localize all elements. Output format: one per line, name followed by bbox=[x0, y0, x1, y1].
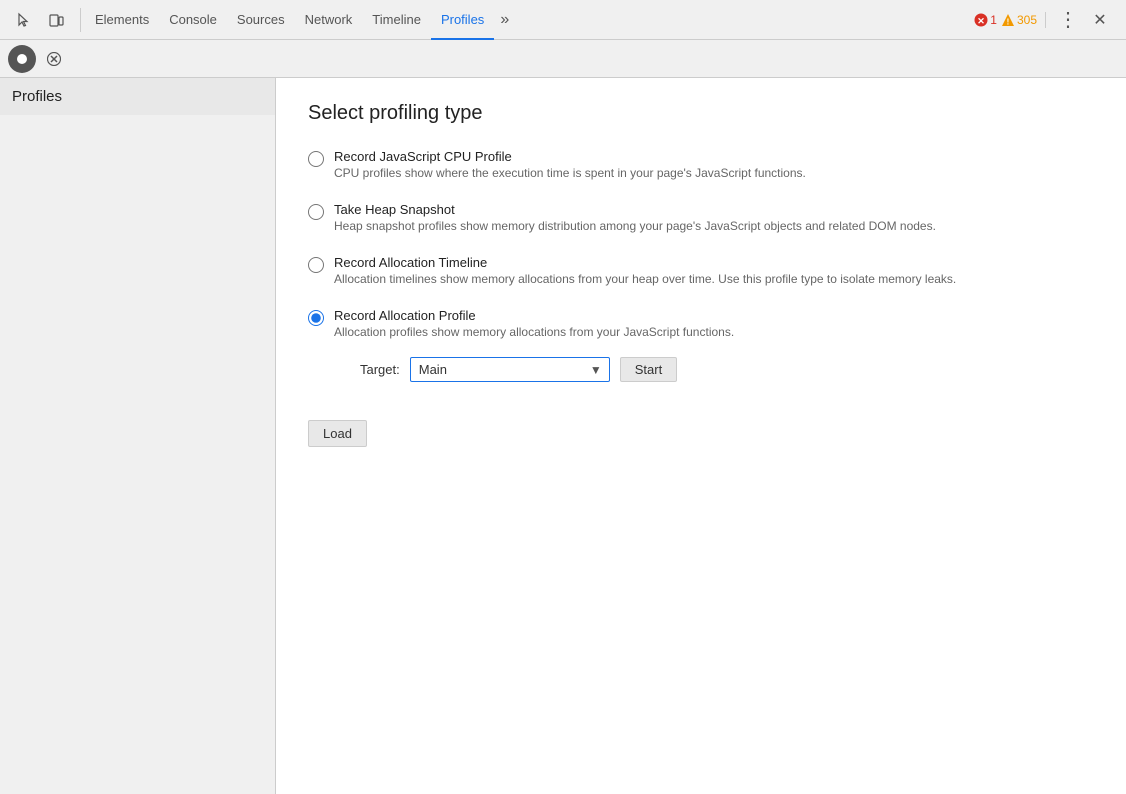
toolbar-divider bbox=[80, 8, 81, 32]
tab-console[interactable]: Console bbox=[159, 1, 227, 40]
radio-alloc-timeline[interactable] bbox=[308, 257, 324, 273]
warning-badge: ! 305 bbox=[1001, 13, 1037, 27]
option-heap-desc: Heap snapshot profiles show memory distr… bbox=[334, 217, 936, 235]
sidebar-title: Profiles bbox=[0, 78, 275, 115]
target-select[interactable]: Main bbox=[410, 357, 610, 382]
radio-heap-wrap[interactable] bbox=[308, 204, 324, 223]
device-mode-button[interactable] bbox=[42, 6, 70, 34]
option-cpu-desc: CPU profiles show where the execution ti… bbox=[334, 164, 806, 182]
page-title: Select profiling type bbox=[308, 102, 1094, 125]
radio-alloc-profile-wrap[interactable] bbox=[308, 310, 324, 329]
cursor-tool-button[interactable] bbox=[10, 6, 38, 34]
sidebar: Profiles bbox=[0, 78, 276, 794]
start-button[interactable]: Start bbox=[620, 357, 677, 382]
tab-elements[interactable]: Elements bbox=[85, 1, 159, 40]
radio-cpu-wrap[interactable] bbox=[308, 151, 324, 170]
tabs-area: Elements Console Sources Network Timelin… bbox=[85, 0, 966, 39]
devtools-menu-button[interactable]: ⋮ bbox=[1054, 6, 1082, 34]
record-icon bbox=[16, 53, 28, 65]
radio-cpu[interactable] bbox=[308, 151, 324, 167]
second-toolbar bbox=[0, 40, 1126, 78]
error-icon: ✕ bbox=[974, 13, 988, 27]
error-badge: ✕ 1 bbox=[974, 13, 997, 27]
option-heap: Take Heap Snapshot Heap snapshot profile… bbox=[308, 202, 1094, 235]
tab-network[interactable]: Network bbox=[295, 1, 363, 40]
toolbar-right: ✕ 1 ! 305 ⋮ ✕ bbox=[966, 6, 1122, 34]
target-select-wrapper: Main ▼ bbox=[410, 357, 610, 382]
option-alloc-profile-content: Record Allocation Profile Allocation pro… bbox=[334, 308, 734, 382]
option-heap-title[interactable]: Take Heap Snapshot bbox=[334, 202, 455, 217]
stop-button[interactable] bbox=[40, 45, 68, 73]
error-count: 1 bbox=[990, 13, 997, 27]
devtools-toolbar: Elements Console Sources Network Timelin… bbox=[0, 0, 1126, 40]
tab-profiles[interactable]: Profiles bbox=[431, 1, 494, 40]
option-cpu-title[interactable]: Record JavaScript CPU Profile bbox=[334, 149, 512, 164]
toolbar-icons bbox=[4, 6, 76, 34]
badge-divider bbox=[1045, 12, 1046, 28]
tab-timeline[interactable]: Timeline bbox=[362, 1, 431, 40]
svg-text:!: ! bbox=[1007, 17, 1010, 26]
option-cpu: Record JavaScript CPU Profile CPU profil… bbox=[308, 149, 1094, 182]
option-allocation-timeline: Record Allocation Timeline Allocation ti… bbox=[308, 255, 1094, 288]
load-button[interactable]: Load bbox=[308, 420, 367, 447]
option-alloc-timeline-desc: Allocation timelines show memory allocat… bbox=[334, 270, 956, 288]
radio-alloc-profile[interactable] bbox=[308, 310, 324, 326]
content-area: Select profiling type Record JavaScript … bbox=[276, 78, 1126, 794]
main-area: Profiles Select profiling type Record Ja… bbox=[0, 78, 1126, 794]
radio-heap[interactable] bbox=[308, 204, 324, 220]
target-row: Target: Main ▼ Start bbox=[360, 357, 734, 382]
record-button[interactable] bbox=[8, 45, 36, 73]
more-tabs-button[interactable]: » bbox=[494, 0, 515, 39]
option-allocation-profile: Record Allocation Profile Allocation pro… bbox=[308, 308, 1094, 382]
option-alloc-profile-title[interactable]: Record Allocation Profile bbox=[334, 308, 476, 323]
svg-text:✕: ✕ bbox=[978, 16, 986, 26]
option-alloc-profile-desc: Allocation profiles show memory allocati… bbox=[334, 323, 734, 341]
option-cpu-content: Record JavaScript CPU Profile CPU profil… bbox=[334, 149, 806, 182]
option-alloc-timeline-title[interactable]: Record Allocation Timeline bbox=[334, 255, 487, 270]
tab-sources[interactable]: Sources bbox=[227, 1, 295, 40]
option-alloc-timeline-content: Record Allocation Timeline Allocation ti… bbox=[334, 255, 956, 288]
radio-alloc-timeline-wrap[interactable] bbox=[308, 257, 324, 276]
option-heap-content: Take Heap Snapshot Heap snapshot profile… bbox=[334, 202, 936, 235]
warning-icon: ! bbox=[1001, 13, 1015, 27]
target-label: Target: bbox=[360, 362, 400, 377]
close-devtools-button[interactable]: ✕ bbox=[1086, 6, 1114, 34]
stop-icon bbox=[47, 52, 61, 66]
warning-count: 305 bbox=[1017, 13, 1037, 27]
